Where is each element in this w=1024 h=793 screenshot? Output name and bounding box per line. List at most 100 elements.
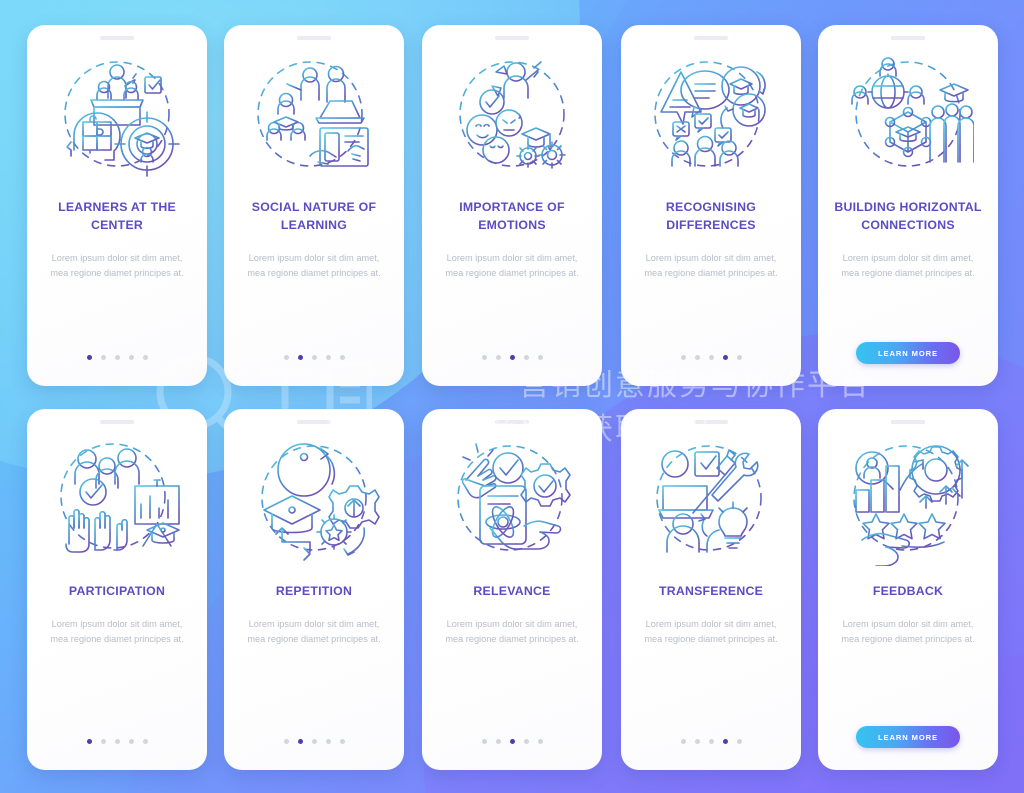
pagination-dot[interactable] [708, 739, 714, 744]
pagination-dot[interactable] [708, 355, 714, 360]
onboarding-card-feedback[interactable]: FEEDBACK Lorem ipsum dolor sit dim amet,… [818, 409, 998, 770]
onboarding-card-importance-of-emotions[interactable]: IMPORTANCE OF EMOTIONS Lorem ipsum dolor… [422, 25, 602, 386]
pagination-dot[interactable] [339, 739, 345, 744]
phone-speaker-notch [694, 36, 728, 40]
card-title: BUILDING HORIZONTAL CONNECTIONS [834, 200, 982, 232]
card-title: IMPORTANCE OF EMOTIONS [459, 200, 565, 232]
phone-speaker-notch [297, 36, 331, 40]
phone-speaker-notch [100, 420, 134, 424]
pagination-dot[interactable] [509, 355, 515, 360]
pagination-dot[interactable] [100, 739, 106, 744]
pagination-dot[interactable] [100, 355, 106, 360]
onboarding-card-learners-at-the-center[interactable]: LEARNERS AT THE CENTER Lorem ipsum dolor… [27, 25, 207, 386]
pagination-dot[interactable] [523, 355, 529, 360]
onboarding-card-recognising-differences[interactable]: RECOGNISING DIFFERENCES Lorem ipsum dolo… [621, 25, 801, 386]
pagination-dots[interactable] [86, 739, 148, 744]
pagination-dot[interactable] [297, 739, 303, 744]
pagination-dot[interactable] [509, 739, 515, 744]
pagination-dot[interactable] [142, 739, 148, 744]
onboarding-card-relevance[interactable]: RELEVANCE Lorem ipsum dolor sit dim amet… [422, 409, 602, 770]
pagination-dot[interactable] [325, 739, 331, 744]
card-title: RECOGNISING DIFFERENCES [665, 200, 757, 232]
phone-speaker-notch [891, 420, 925, 424]
illustration-bar-chart-magnifier-gear-stars-hand-icon [842, 434, 974, 566]
onboarding-card-repetition[interactable]: REPETITION Lorem ipsum dolor sit dim ame… [224, 409, 404, 770]
illustration-lectern-teacher-puzzle-head-target-graduate-icon [51, 50, 183, 182]
card-body-text: Lorem ipsum dolor sit dim amet, mea regi… [50, 618, 184, 644]
illustration-cursor-click-check-gear-tablet-atom-hand-icon [446, 434, 578, 566]
card-body-text: Lorem ipsum dolor sit dim amet, mea regi… [841, 252, 975, 278]
pagination-dot[interactable] [311, 739, 317, 744]
card-body-text: Lorem ipsum dolor sit dim amet, mea regi… [247, 618, 381, 644]
onboarding-card-participation[interactable]: PARTICIPATION Lorem ipsum dolor sit dim … [27, 409, 207, 770]
pagination-dot[interactable] [142, 355, 148, 360]
pagination-dot[interactable] [680, 355, 686, 360]
card-title: TRANSFERENCE [658, 584, 764, 598]
pagination-dot[interactable] [537, 355, 543, 360]
pagination-dot[interactable] [694, 355, 700, 360]
phone-speaker-notch [297, 420, 331, 424]
onboarding-card-transference[interactable]: TRANSFERENCE Lorem ipsum dolor sit dim a… [621, 409, 801, 770]
card-title: PARTICIPATION [68, 584, 166, 598]
phone-speaker-notch [891, 36, 925, 40]
pagination-dots[interactable] [481, 355, 543, 360]
card-body-text: Lorem ipsum dolor sit dim amet, mea regi… [247, 252, 381, 278]
pagination-dots[interactable] [86, 355, 148, 360]
pagination-dot[interactable] [694, 739, 700, 744]
pagination-dot[interactable] [311, 355, 317, 360]
card-body-text: Lorem ipsum dolor sit dim amet, mea regi… [644, 252, 778, 278]
pagination-dots[interactable] [283, 355, 345, 360]
pagination-dot[interactable] [283, 355, 289, 360]
card-title: SOCIAL NATURE OF LEARNING [251, 200, 377, 232]
illustration-raised-hands-group-check-presentation-board-icon [51, 434, 183, 566]
card-body-text: Lorem ipsum dolor sit dim amet, mea regi… [445, 618, 579, 644]
pagination-dot[interactable] [523, 739, 529, 744]
illustration-laptop-checkbox-pencil-wrench-lightbulb-person-icon [645, 434, 777, 566]
learn-more-button[interactable]: LEARN MORE [856, 342, 960, 364]
pagination-dot[interactable] [297, 355, 303, 360]
pagination-dots[interactable] [481, 739, 543, 744]
pagination-dot[interactable] [722, 739, 728, 744]
card-body-text: Lorem ipsum dolor sit dim amet, mea regi… [644, 618, 778, 644]
onboarding-screens-grid: LEARNERS AT THE CENTER Lorem ipsum dolor… [0, 0, 1024, 793]
onboarding-card-social-nature-of-learning[interactable]: SOCIAL NATURE OF LEARNING Lorem ipsum do… [224, 25, 404, 386]
pagination-dot[interactable] [722, 355, 728, 360]
pagination-dot[interactable] [537, 739, 543, 744]
pagination-dots[interactable] [680, 739, 742, 744]
illustration-info-circle-arrows-graduation-cap-gears-icon [248, 434, 380, 566]
pagination-dots[interactable] [283, 739, 345, 744]
illustration-emoji-faces-gears-graduation-check-icon [446, 50, 578, 182]
pagination-dot[interactable] [128, 739, 134, 744]
phone-speaker-notch [495, 420, 529, 424]
pagination-dot[interactable] [481, 355, 487, 360]
pagination-dot[interactable] [339, 355, 345, 360]
pagination-dot[interactable] [495, 355, 501, 360]
card-title: REPETITION [275, 584, 353, 598]
card-title: FEEDBACK [872, 584, 944, 598]
phone-speaker-notch [100, 36, 134, 40]
card-body-text: Lorem ipsum dolor sit dim amet, mea regi… [445, 252, 579, 278]
pagination-dots[interactable] [680, 355, 742, 360]
illustration-group-laptop-graduation-hands-tablet-icon [248, 50, 380, 182]
pagination-dot[interactable] [495, 739, 501, 744]
pagination-dot[interactable] [114, 739, 120, 744]
pagination-dot[interactable] [736, 739, 742, 744]
pagination-dot[interactable] [481, 739, 487, 744]
onboarding-card-building-horizontal-connections[interactable]: BUILDING HORIZONTAL CONNECTIONS Lorem ip… [818, 25, 998, 386]
pagination-dot[interactable] [283, 739, 289, 744]
pagination-dot[interactable] [680, 739, 686, 744]
card-body-text: Lorem ipsum dolor sit dim amet, mea regi… [841, 618, 975, 644]
card-title: RELEVANCE [473, 584, 551, 598]
pagination-dot[interactable] [736, 355, 742, 360]
learn-more-button[interactable]: LEARN MORE [856, 726, 960, 748]
pagination-dot[interactable] [325, 355, 331, 360]
illustration-globe-network-people-graduation-icon [842, 50, 974, 182]
illustration-speech-bubbles-graduates-people-check-cross-icon [645, 50, 777, 182]
pagination-dot[interactable] [86, 355, 92, 360]
pagination-dot[interactable] [86, 739, 92, 744]
pagination-dot[interactable] [114, 355, 120, 360]
phone-speaker-notch [495, 36, 529, 40]
pagination-dot[interactable] [128, 355, 134, 360]
card-title: LEARNERS AT THE CENTER [58, 200, 176, 232]
card-body-text: Lorem ipsum dolor sit dim amet, mea regi… [50, 252, 184, 278]
